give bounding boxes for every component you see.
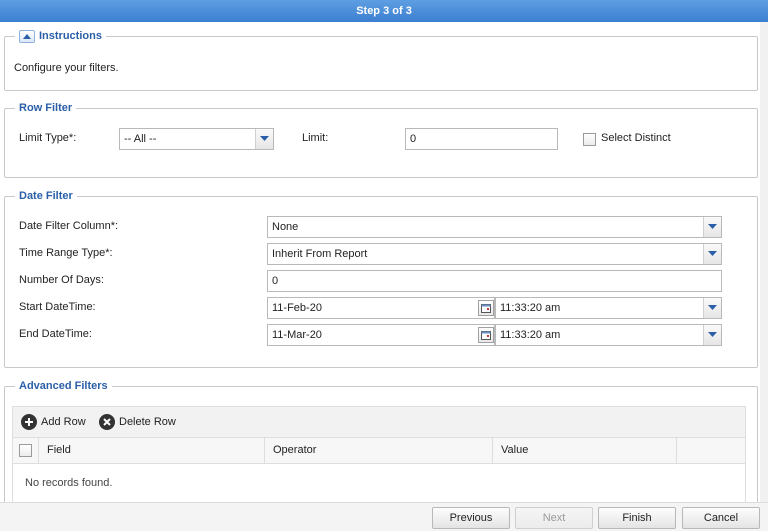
select-all-checkbox[interactable] (19, 444, 32, 457)
wizard-step-header: Step 3 of 3 (0, 0, 768, 22)
start-date-input[interactable]: 11-Feb-20 (267, 297, 495, 319)
number-of-days-input[interactable]: 0 (267, 270, 722, 292)
calendar-icon[interactable] (478, 300, 494, 316)
column-header-value[interactable]: Value (493, 438, 677, 463)
add-row-label: Add Row (41, 416, 86, 428)
wizard-footer: Previous Next Finish Cancel (0, 502, 768, 531)
limit-type-value: -- All -- (124, 133, 157, 145)
date-filter-legend: Date Filter (15, 189, 77, 203)
grid-toolbar: Add Row Delete Row (12, 406, 746, 438)
end-datetime-label: End DateTime: (19, 328, 92, 340)
date-filter-column-value: None (272, 221, 299, 233)
end-date-input[interactable]: 11-Mar-20 (267, 324, 495, 346)
limit-type-select[interactable]: -- All -- (119, 128, 274, 150)
instructions-legend: Instructions (15, 29, 106, 43)
date-filter-column-select[interactable]: None (267, 216, 722, 238)
column-header-operator[interactable]: Operator (265, 438, 493, 463)
limit-label: Limit: (302, 132, 329, 144)
select-all-cell (13, 438, 39, 463)
delete-row-label: Delete Row (119, 416, 176, 428)
close-circle-icon (99, 414, 115, 430)
limit-type-label: Limit Type*: (19, 132, 77, 144)
next-button[interactable]: Next (515, 507, 593, 529)
grid-body: No records found. (12, 464, 746, 504)
time-range-type-select[interactable]: Inherit From Report (267, 243, 722, 265)
time-range-type-value: Inherit From Report (272, 248, 368, 260)
select-distinct-label: Select Distinct (601, 132, 671, 144)
limit-input[interactable]: 0 (405, 128, 558, 150)
row-filter-legend: Row Filter (15, 101, 77, 115)
chevron-down-icon[interactable] (703, 298, 721, 318)
collapse-instructions-button[interactable] (19, 29, 35, 43)
end-time-value: 11:33:20 am (500, 329, 561, 341)
grid-header: Field Operator Value (12, 438, 746, 464)
number-of-days-label: Number Of Days: (19, 274, 104, 286)
instructions-legend-label: Instructions (39, 30, 102, 42)
start-time-value: 11:33:20 am (500, 302, 561, 314)
calendar-icon[interactable] (478, 327, 494, 343)
row-filter-panel: Row Filter Limit Type*: -- All -- Limit:… (4, 101, 758, 178)
cancel-button[interactable]: Cancel (682, 507, 760, 529)
chevron-down-icon[interactable] (703, 217, 721, 237)
step-title: Step 3 of 3 (356, 5, 412, 17)
start-time-select[interactable]: 11:33:20 am (495, 297, 722, 319)
delete-row-button[interactable]: Delete Row (99, 414, 176, 430)
chevron-down-icon[interactable] (703, 325, 721, 345)
select-distinct-checkbox[interactable] (583, 133, 596, 146)
scrollbar[interactable] (760, 22, 768, 502)
chevron-up-icon (23, 34, 31, 39)
plus-circle-icon (21, 414, 37, 430)
finish-button[interactable]: Finish (598, 507, 676, 529)
column-header-field[interactable]: Field (39, 438, 265, 463)
time-range-type-label: Time Range Type*: (19, 247, 113, 259)
date-filter-column-label: Date Filter Column*: (19, 220, 119, 232)
instructions-panel: Instructions Configure your filters. (4, 29, 758, 91)
chevron-down-icon[interactable] (703, 244, 721, 264)
chevron-down-icon[interactable] (255, 129, 273, 149)
end-time-select[interactable]: 11:33:20 am (495, 324, 722, 346)
advanced-filters-legend: Advanced Filters (15, 379, 112, 393)
date-filter-panel: Date Filter Date Filter Column*: None Ti… (4, 189, 758, 368)
previous-button[interactable]: Previous (432, 507, 510, 529)
start-datetime-label: Start DateTime: (19, 301, 96, 313)
empty-message: No records found. (25, 477, 113, 489)
add-row-button[interactable]: Add Row (21, 414, 86, 430)
instructions-text: Configure your filters. (14, 62, 119, 74)
